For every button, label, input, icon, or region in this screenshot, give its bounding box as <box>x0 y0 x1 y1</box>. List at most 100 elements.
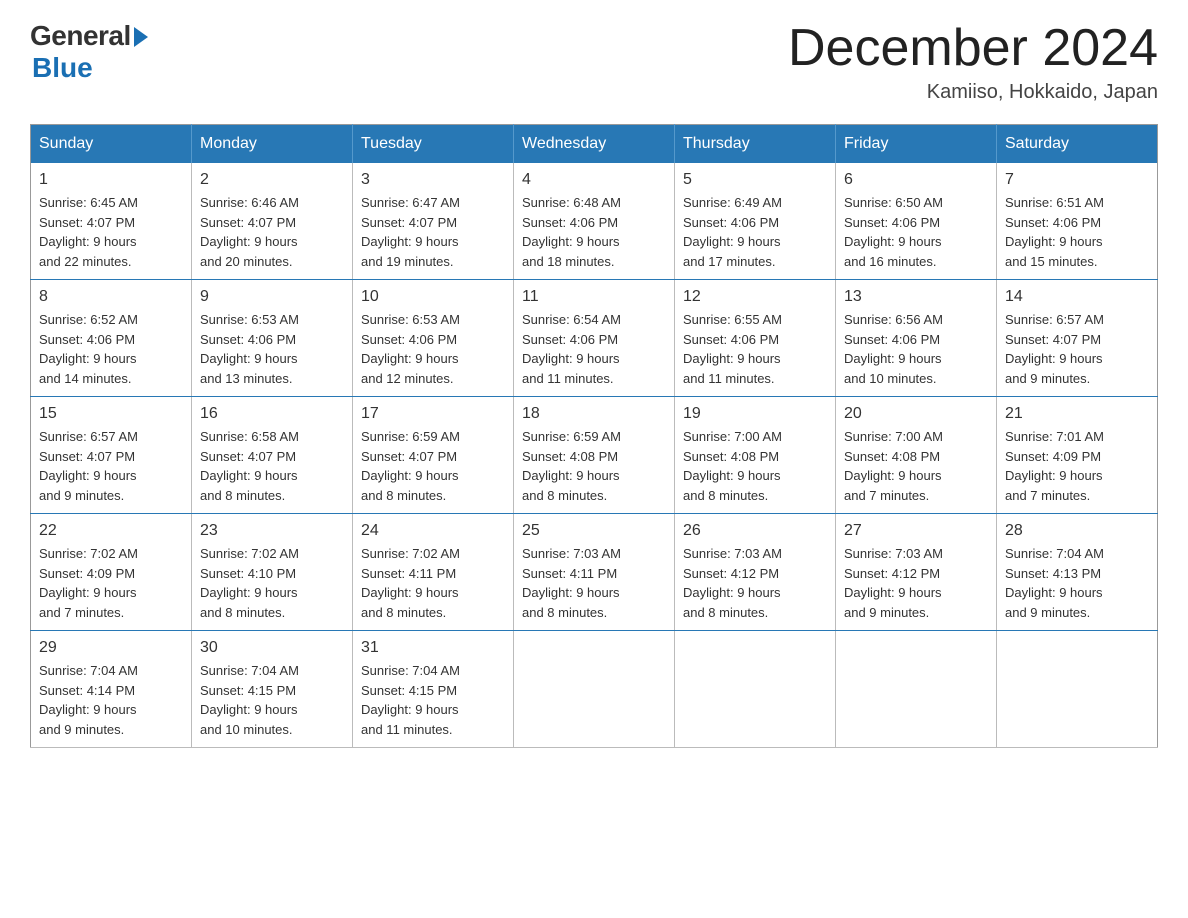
day-info: Sunrise: 6:59 AM Sunset: 4:07 PM Dayligh… <box>361 427 505 505</box>
logo-blue-text: Blue <box>32 52 93 84</box>
calendar-cell: 22 Sunrise: 7:02 AM Sunset: 4:09 PM Dayl… <box>31 514 192 631</box>
day-number: 21 <box>1005 405 1149 423</box>
title-section: December 2024 Kamiiso, Hokkaido, Japan <box>788 20 1158 104</box>
day-info: Sunrise: 7:04 AM Sunset: 4:15 PM Dayligh… <box>361 661 505 739</box>
day-number: 6 <box>844 171 988 189</box>
day-info: Sunrise: 6:51 AM Sunset: 4:06 PM Dayligh… <box>1005 193 1149 271</box>
calendar-cell: 8 Sunrise: 6:52 AM Sunset: 4:06 PM Dayli… <box>31 280 192 397</box>
calendar-cell: 21 Sunrise: 7:01 AM Sunset: 4:09 PM Dayl… <box>997 397 1158 514</box>
day-info: Sunrise: 6:49 AM Sunset: 4:06 PM Dayligh… <box>683 193 827 271</box>
day-number: 17 <box>361 405 505 423</box>
day-info: Sunrise: 7:02 AM Sunset: 4:11 PM Dayligh… <box>361 544 505 622</box>
day-number: 18 <box>522 405 666 423</box>
calendar-cell: 1 Sunrise: 6:45 AM Sunset: 4:07 PM Dayli… <box>31 163 192 280</box>
day-info: Sunrise: 6:45 AM Sunset: 4:07 PM Dayligh… <box>39 193 183 271</box>
day-number: 3 <box>361 171 505 189</box>
day-info: Sunrise: 6:47 AM Sunset: 4:07 PM Dayligh… <box>361 193 505 271</box>
day-info: Sunrise: 6:57 AM Sunset: 4:07 PM Dayligh… <box>39 427 183 505</box>
month-title: December 2024 <box>788 20 1158 77</box>
day-info: Sunrise: 6:46 AM Sunset: 4:07 PM Dayligh… <box>200 193 344 271</box>
calendar-cell: 14 Sunrise: 6:57 AM Sunset: 4:07 PM Dayl… <box>997 280 1158 397</box>
day-number: 14 <box>1005 288 1149 306</box>
header-sunday: Sunday <box>31 125 192 164</box>
calendar-cell: 18 Sunrise: 6:59 AM Sunset: 4:08 PM Dayl… <box>514 397 675 514</box>
week-row-1: 1 Sunrise: 6:45 AM Sunset: 4:07 PM Dayli… <box>31 163 1158 280</box>
day-info: Sunrise: 6:53 AM Sunset: 4:06 PM Dayligh… <box>200 310 344 388</box>
day-info: Sunrise: 7:01 AM Sunset: 4:09 PM Dayligh… <box>1005 427 1149 505</box>
day-info: Sunrise: 7:04 AM Sunset: 4:15 PM Dayligh… <box>200 661 344 739</box>
calendar-cell: 7 Sunrise: 6:51 AM Sunset: 4:06 PM Dayli… <box>997 163 1158 280</box>
day-number: 30 <box>200 639 344 657</box>
day-number: 13 <box>844 288 988 306</box>
logo: General Blue <box>30 20 148 84</box>
day-number: 1 <box>39 171 183 189</box>
calendar-cell: 25 Sunrise: 7:03 AM Sunset: 4:11 PM Dayl… <box>514 514 675 631</box>
day-number: 16 <box>200 405 344 423</box>
day-number: 8 <box>39 288 183 306</box>
day-info: Sunrise: 7:00 AM Sunset: 4:08 PM Dayligh… <box>844 427 988 505</box>
calendar-cell: 6 Sunrise: 6:50 AM Sunset: 4:06 PM Dayli… <box>836 163 997 280</box>
calendar-cell: 16 Sunrise: 6:58 AM Sunset: 4:07 PM Dayl… <box>192 397 353 514</box>
header-tuesday: Tuesday <box>353 125 514 164</box>
day-number: 28 <box>1005 522 1149 540</box>
day-info: Sunrise: 7:03 AM Sunset: 4:12 PM Dayligh… <box>683 544 827 622</box>
day-number: 22 <box>39 522 183 540</box>
day-info: Sunrise: 6:56 AM Sunset: 4:06 PM Dayligh… <box>844 310 988 388</box>
day-number: 15 <box>39 405 183 423</box>
day-number: 7 <box>1005 171 1149 189</box>
calendar-cell: 13 Sunrise: 6:56 AM Sunset: 4:06 PM Dayl… <box>836 280 997 397</box>
day-info: Sunrise: 7:04 AM Sunset: 4:14 PM Dayligh… <box>39 661 183 739</box>
day-number: 11 <box>522 288 666 306</box>
day-info: Sunrise: 6:52 AM Sunset: 4:06 PM Dayligh… <box>39 310 183 388</box>
day-info: Sunrise: 7:02 AM Sunset: 4:10 PM Dayligh… <box>200 544 344 622</box>
header-thursday: Thursday <box>675 125 836 164</box>
week-row-3: 15 Sunrise: 6:57 AM Sunset: 4:07 PM Dayl… <box>31 397 1158 514</box>
day-number: 26 <box>683 522 827 540</box>
calendar-cell: 12 Sunrise: 6:55 AM Sunset: 4:06 PM Dayl… <box>675 280 836 397</box>
calendar-cell: 31 Sunrise: 7:04 AM Sunset: 4:15 PM Dayl… <box>353 631 514 748</box>
calendar-cell: 10 Sunrise: 6:53 AM Sunset: 4:06 PM Dayl… <box>353 280 514 397</box>
header-wednesday: Wednesday <box>514 125 675 164</box>
calendar-cell: 24 Sunrise: 7:02 AM Sunset: 4:11 PM Dayl… <box>353 514 514 631</box>
day-info: Sunrise: 7:03 AM Sunset: 4:11 PM Dayligh… <box>522 544 666 622</box>
day-info: Sunrise: 7:02 AM Sunset: 4:09 PM Dayligh… <box>39 544 183 622</box>
location-label: Kamiiso, Hokkaido, Japan <box>788 81 1158 104</box>
day-number: 25 <box>522 522 666 540</box>
calendar-cell: 3 Sunrise: 6:47 AM Sunset: 4:07 PM Dayli… <box>353 163 514 280</box>
day-number: 5 <box>683 171 827 189</box>
calendar-cell: 19 Sunrise: 7:00 AM Sunset: 4:08 PM Dayl… <box>675 397 836 514</box>
header-saturday: Saturday <box>997 125 1158 164</box>
day-info: Sunrise: 6:48 AM Sunset: 4:06 PM Dayligh… <box>522 193 666 271</box>
day-info: Sunrise: 6:58 AM Sunset: 4:07 PM Dayligh… <box>200 427 344 505</box>
day-number: 31 <box>361 639 505 657</box>
day-number: 27 <box>844 522 988 540</box>
logo-triangle-icon <box>134 27 148 47</box>
week-row-5: 29 Sunrise: 7:04 AM Sunset: 4:14 PM Dayl… <box>31 631 1158 748</box>
calendar-cell <box>675 631 836 748</box>
calendar-cell <box>836 631 997 748</box>
calendar-cell <box>997 631 1158 748</box>
day-number: 9 <box>200 288 344 306</box>
calendar-cell: 2 Sunrise: 6:46 AM Sunset: 4:07 PM Dayli… <box>192 163 353 280</box>
calendar-cell: 29 Sunrise: 7:04 AM Sunset: 4:14 PM Dayl… <box>31 631 192 748</box>
day-number: 2 <box>200 171 344 189</box>
day-number: 4 <box>522 171 666 189</box>
calendar-cell: 9 Sunrise: 6:53 AM Sunset: 4:06 PM Dayli… <box>192 280 353 397</box>
calendar-cell: 11 Sunrise: 6:54 AM Sunset: 4:06 PM Dayl… <box>514 280 675 397</box>
day-number: 23 <box>200 522 344 540</box>
day-info: Sunrise: 6:54 AM Sunset: 4:06 PM Dayligh… <box>522 310 666 388</box>
day-info: Sunrise: 6:59 AM Sunset: 4:08 PM Dayligh… <box>522 427 666 505</box>
calendar-cell: 20 Sunrise: 7:00 AM Sunset: 4:08 PM Dayl… <box>836 397 997 514</box>
calendar-cell: 30 Sunrise: 7:04 AM Sunset: 4:15 PM Dayl… <box>192 631 353 748</box>
day-number: 24 <box>361 522 505 540</box>
calendar-cell: 4 Sunrise: 6:48 AM Sunset: 4:06 PM Dayli… <box>514 163 675 280</box>
calendar-cell: 28 Sunrise: 7:04 AM Sunset: 4:13 PM Dayl… <box>997 514 1158 631</box>
day-info: Sunrise: 6:50 AM Sunset: 4:06 PM Dayligh… <box>844 193 988 271</box>
day-number: 10 <box>361 288 505 306</box>
day-info: Sunrise: 7:00 AM Sunset: 4:08 PM Dayligh… <box>683 427 827 505</box>
calendar-cell: 26 Sunrise: 7:03 AM Sunset: 4:12 PM Dayl… <box>675 514 836 631</box>
day-number: 12 <box>683 288 827 306</box>
calendar-cell: 15 Sunrise: 6:57 AM Sunset: 4:07 PM Dayl… <box>31 397 192 514</box>
logo-general-text: General <box>30 20 131 52</box>
calendar-cell: 23 Sunrise: 7:02 AM Sunset: 4:10 PM Dayl… <box>192 514 353 631</box>
